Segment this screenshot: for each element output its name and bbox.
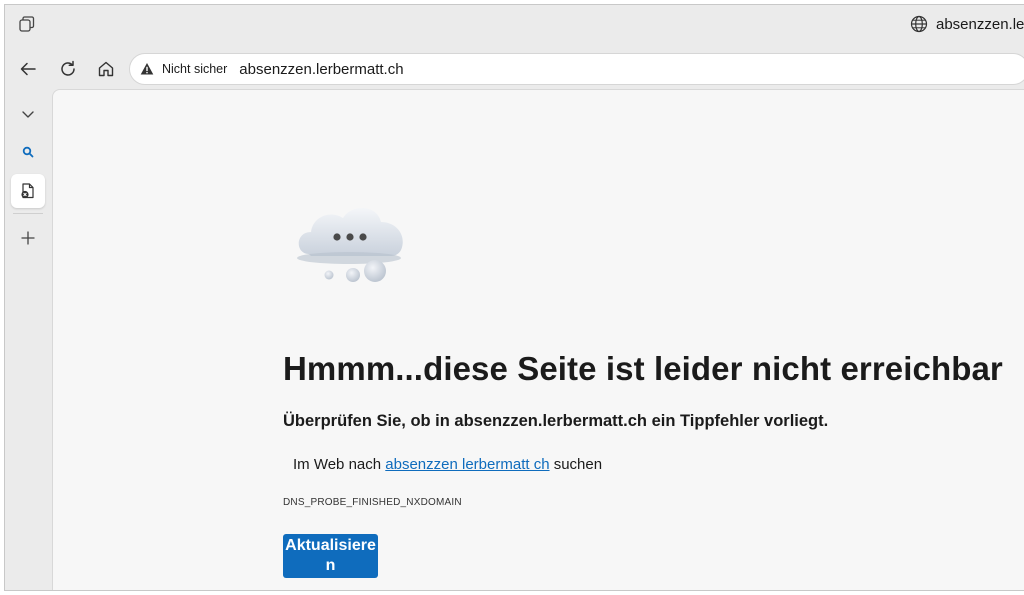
tab-title[interactable]: absenzzen.lerbermatt.ch <box>910 14 1024 34</box>
tab-error-icon <box>21 183 34 199</box>
browser-window: absenzzen.lerbermatt.ch N <box>4 4 1024 591</box>
search-suffix: suchen <box>553 456 603 473</box>
cloud-icon <box>297 207 403 282</box>
refresh-button[interactable]: Aktualisieren <box>283 534 378 578</box>
not-secure-label[interactable]: Nicht sicher <box>162 62 227 76</box>
search-icon <box>22 146 34 158</box>
vertical-tabs-sidebar <box>5 91 51 590</box>
chevron-down-icon <box>22 111 34 118</box>
title-bar: absenzzen.lerbermatt.ch <box>5 5 1024 43</box>
new-tab-button[interactable] <box>11 221 45 255</box>
home-button[interactable] <box>93 56 119 82</box>
sidebar-divider <box>13 213 43 214</box>
url-text[interactable]: absenzzen.lerbermatt.ch <box>239 61 403 78</box>
error-code: DNS_PROBE_FINISHED_NXDOMAIN <box>283 497 462 508</box>
error-headline: Hmmm...diese Seite ist leider nicht erre… <box>283 350 1003 387</box>
globe-icon <box>910 15 928 33</box>
page-content: Hmmm...diese Seite ist leider nicht erre… <box>52 89 1024 590</box>
tab-actions-icon[interactable] <box>17 14 37 34</box>
home-icon <box>98 61 114 77</box>
collapse-tabs-button[interactable] <box>11 97 45 131</box>
back-arrow-icon <box>20 62 36 76</box>
toolbar: Nicht sicher absenzzen.lerbermatt.ch <box>5 49 1024 89</box>
search-prefix: Im Web nach <box>293 456 382 473</box>
search-tabs-button[interactable] <box>11 135 45 169</box>
tab-title-text: absenzzen.lerbermatt.ch <box>936 15 1024 33</box>
warning-icon[interactable] <box>140 62 154 76</box>
plus-icon <box>21 231 35 245</box>
tab-item-active[interactable] <box>11 174 45 208</box>
web-search-suggestion: Im Web nach absenzzen lerbermatt ch such… <box>293 456 602 473</box>
error-subline: Überprüfen Sie, ob in absenzzen.lerberma… <box>283 412 829 430</box>
reload-icon <box>61 60 75 76</box>
web-search-link[interactable]: absenzzen lerbermatt ch <box>385 456 549 473</box>
address-bar[interactable]: Nicht sicher absenzzen.lerbermatt.ch <box>129 53 1024 85</box>
reload-button[interactable] <box>55 56 81 82</box>
back-button[interactable] <box>15 56 41 82</box>
